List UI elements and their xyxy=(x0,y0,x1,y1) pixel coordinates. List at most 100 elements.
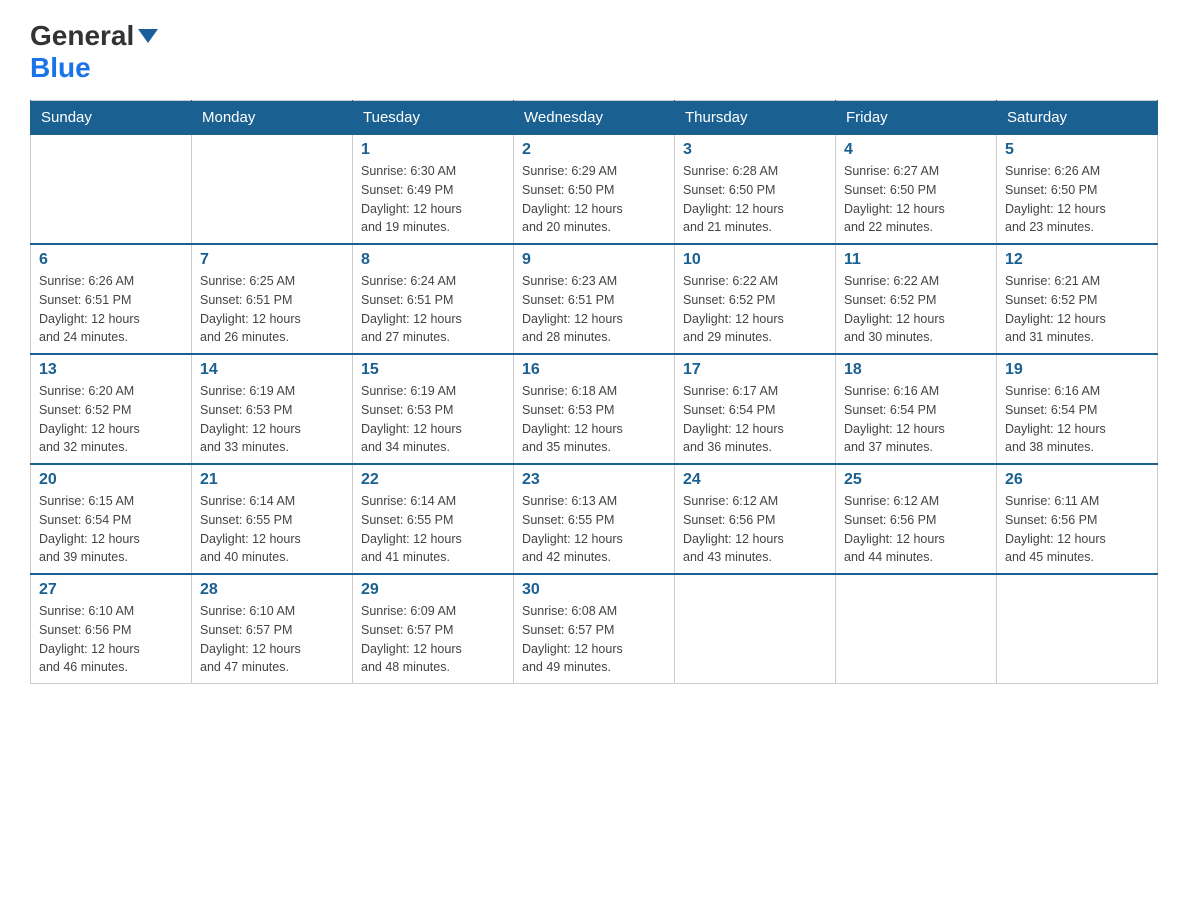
day-number: 26 xyxy=(1005,471,1149,489)
calendar-cell: 13 Sunrise: 6:20 AMSunset: 6:52 PMDayligh… xyxy=(31,354,192,464)
day-number: 25 xyxy=(844,471,988,489)
day-number: 1 xyxy=(361,141,505,159)
calendar-cell xyxy=(836,574,997,684)
day-info: Sunrise: 6:16 AMSunset: 6:54 PMDaylight:… xyxy=(1005,382,1149,457)
calendar-cell: 27Sunrise: 6:10 AMSunset: 6:56 PMDayligh… xyxy=(31,574,192,684)
day-number: 30 xyxy=(522,581,666,599)
day-info: Sunrise: 6:30 AMSunset: 6:49 PMDaylight:… xyxy=(361,162,505,237)
calendar-cell: 7 Sunrise: 6:25 AMSunset: 6:51 PMDaylight… xyxy=(192,244,353,354)
calendar-cell xyxy=(31,135,192,245)
calendar-cell: 16 Sunrise: 6:18 AMSunset: 6:53 PMDayligh… xyxy=(514,354,675,464)
calendar-cell: 4 Sunrise: 6:27 AMSunset: 6:50 PMDaylight… xyxy=(836,135,997,245)
calendar-header-sunday: Sunday xyxy=(31,101,192,135)
calendar-cell: 18Sunrise: 6:16 AMSunset: 6:54 PMDayligh… xyxy=(836,354,997,464)
day-number: 11 xyxy=(844,251,988,269)
calendar-header-row: SundayMondayTuesdayWednesdayThursdayFrid… xyxy=(31,101,1158,135)
day-info: Sunrise: 6:20 AMSunset: 6:52 PMDaylight:… xyxy=(39,382,183,457)
day-number: 21 xyxy=(200,471,344,489)
day-number: 12 xyxy=(1005,251,1149,269)
calendar-header-friday: Friday xyxy=(836,101,997,135)
day-number: 5 xyxy=(1005,141,1149,159)
day-info: Sunrise: 6:12 AMSunset: 6:56 PMDaylight:… xyxy=(844,492,988,567)
day-number: 14 xyxy=(200,361,344,379)
calendar-week-2: 6Sunrise: 6:26 AMSunset: 6:51 PMDaylight… xyxy=(31,244,1158,354)
day-info: Sunrise: 6:29 AMSunset: 6:50 PMDaylight:… xyxy=(522,162,666,237)
calendar-cell: 20Sunrise: 6:15 AMSunset: 6:54 PMDayligh… xyxy=(31,464,192,574)
day-info: Sunrise: 6:22 AMSunset: 6:52 PMDaylight:… xyxy=(844,272,988,347)
day-number: 9 xyxy=(522,251,666,269)
day-info: Sunrise: 6:25 AMSunset: 6:51 PMDaylight:… xyxy=(200,272,344,347)
calendar-cell: 26 Sunrise: 6:11 AMSunset: 6:56 PMDayligh… xyxy=(997,464,1158,574)
day-info: Sunrise: 6:28 AMSunset: 6:50 PMDaylight:… xyxy=(683,162,827,237)
day-number: 8 xyxy=(361,251,505,269)
day-info: Sunrise: 6:10 AMSunset: 6:56 PMDaylight:… xyxy=(39,602,183,677)
day-info: Sunrise: 6:14 AMSunset: 6:55 PMDaylight:… xyxy=(200,492,344,567)
day-info: Sunrise: 6:17 AMSunset: 6:54 PMDaylight:… xyxy=(683,382,827,457)
calendar-cell: 1 Sunrise: 6:30 AMSunset: 6:49 PMDaylight… xyxy=(353,135,514,245)
calendar-header-monday: Monday xyxy=(192,101,353,135)
day-info: Sunrise: 6:13 AMSunset: 6:55 PMDaylight:… xyxy=(522,492,666,567)
calendar-cell: 24 Sunrise: 6:12 AMSunset: 6:56 PMDayligh… xyxy=(675,464,836,574)
day-info: Sunrise: 6:14 AMSunset: 6:55 PMDaylight:… xyxy=(361,492,505,567)
day-info: Sunrise: 6:27 AMSunset: 6:50 PMDaylight:… xyxy=(844,162,988,237)
calendar-cell: 14 Sunrise: 6:19 AMSunset: 6:53 PMDayligh… xyxy=(192,354,353,464)
calendar-cell: 21 Sunrise: 6:14 AMSunset: 6:55 PMDayligh… xyxy=(192,464,353,574)
day-number: 7 xyxy=(200,251,344,269)
day-number: 17 xyxy=(683,361,827,379)
calendar-week-4: 20Sunrise: 6:15 AMSunset: 6:54 PMDayligh… xyxy=(31,464,1158,574)
day-info: Sunrise: 6:18 AMSunset: 6:53 PMDaylight:… xyxy=(522,382,666,457)
calendar-cell: 2 Sunrise: 6:29 AMSunset: 6:50 PMDaylight… xyxy=(514,135,675,245)
calendar-cell xyxy=(997,574,1158,684)
day-info: Sunrise: 6:10 AMSunset: 6:57 PMDaylight:… xyxy=(200,602,344,677)
calendar-week-3: 13 Sunrise: 6:20 AMSunset: 6:52 PMDayligh… xyxy=(31,354,1158,464)
day-number: 15 xyxy=(361,361,505,379)
day-info: Sunrise: 6:08 AMSunset: 6:57 PMDaylight:… xyxy=(522,602,666,677)
calendar-cell: 30 Sunrise: 6:08 AMSunset: 6:57 PMDayligh… xyxy=(514,574,675,684)
logo-general-text: General xyxy=(30,20,134,52)
day-number: 10 xyxy=(683,251,827,269)
day-number: 23 xyxy=(522,471,666,489)
day-info: Sunrise: 6:26 AMSunset: 6:50 PMDaylight:… xyxy=(1005,162,1149,237)
calendar-week-5: 27Sunrise: 6:10 AMSunset: 6:56 PMDayligh… xyxy=(31,574,1158,684)
calendar-cell: 10 Sunrise: 6:22 AMSunset: 6:52 PMDayligh… xyxy=(675,244,836,354)
calendar-cell: 23 Sunrise: 6:13 AMSunset: 6:55 PMDayligh… xyxy=(514,464,675,574)
day-number: 13 xyxy=(39,361,183,379)
calendar-cell: 6Sunrise: 6:26 AMSunset: 6:51 PMDaylight… xyxy=(31,244,192,354)
day-number: 29 xyxy=(361,581,505,599)
day-info: Sunrise: 6:12 AMSunset: 6:56 PMDaylight:… xyxy=(683,492,827,567)
day-number: 2 xyxy=(522,141,666,159)
calendar-cell: 3 Sunrise: 6:28 AMSunset: 6:50 PMDaylight… xyxy=(675,135,836,245)
calendar-header-saturday: Saturday xyxy=(997,101,1158,135)
day-info: Sunrise: 6:24 AMSunset: 6:51 PMDaylight:… xyxy=(361,272,505,347)
day-number: 24 xyxy=(683,471,827,489)
calendar-cell: 5 Sunrise: 6:26 AMSunset: 6:50 PMDaylight… xyxy=(997,135,1158,245)
calendar-cell: 15 Sunrise: 6:19 AMSunset: 6:53 PMDayligh… xyxy=(353,354,514,464)
calendar-cell: 22 Sunrise: 6:14 AMSunset: 6:55 PMDayligh… xyxy=(353,464,514,574)
logo-blue-text: Blue xyxy=(30,52,91,83)
day-info: Sunrise: 6:16 AMSunset: 6:54 PMDaylight:… xyxy=(844,382,988,457)
calendar-cell xyxy=(192,135,353,245)
calendar-cell: 19 Sunrise: 6:16 AMSunset: 6:54 PMDayligh… xyxy=(997,354,1158,464)
day-info: Sunrise: 6:19 AMSunset: 6:53 PMDaylight:… xyxy=(200,382,344,457)
calendar-table: SundayMondayTuesdayWednesdayThursdayFrid… xyxy=(30,100,1158,684)
day-number: 16 xyxy=(522,361,666,379)
calendar-week-1: 1 Sunrise: 6:30 AMSunset: 6:49 PMDaylight… xyxy=(31,135,1158,245)
calendar-cell: 25 Sunrise: 6:12 AMSunset: 6:56 PMDayligh… xyxy=(836,464,997,574)
day-number: 22 xyxy=(361,471,505,489)
day-number: 4 xyxy=(844,141,988,159)
day-info: Sunrise: 6:21 AMSunset: 6:52 PMDaylight:… xyxy=(1005,272,1149,347)
calendar-cell: 29 Sunrise: 6:09 AMSunset: 6:57 PMDayligh… xyxy=(353,574,514,684)
day-number: 19 xyxy=(1005,361,1149,379)
day-info: Sunrise: 6:19 AMSunset: 6:53 PMDaylight:… xyxy=(361,382,505,457)
calendar-cell: 28 Sunrise: 6:10 AMSunset: 6:57 PMDayligh… xyxy=(192,574,353,684)
day-number: 3 xyxy=(683,141,827,159)
calendar-cell: 9Sunrise: 6:23 AMSunset: 6:51 PMDaylight… xyxy=(514,244,675,354)
calendar-cell: 11 Sunrise: 6:22 AMSunset: 6:52 PMDayligh… xyxy=(836,244,997,354)
day-info: Sunrise: 6:15 AMSunset: 6:54 PMDaylight:… xyxy=(39,492,183,567)
calendar-header-tuesday: Tuesday xyxy=(353,101,514,135)
calendar-cell: 12 Sunrise: 6:21 AMSunset: 6:52 PMDayligh… xyxy=(997,244,1158,354)
day-info: Sunrise: 6:22 AMSunset: 6:52 PMDaylight:… xyxy=(683,272,827,347)
day-info: Sunrise: 6:11 AMSunset: 6:56 PMDaylight:… xyxy=(1005,492,1149,567)
day-info: Sunrise: 6:09 AMSunset: 6:57 PMDaylight:… xyxy=(361,602,505,677)
day-number: 28 xyxy=(200,581,344,599)
